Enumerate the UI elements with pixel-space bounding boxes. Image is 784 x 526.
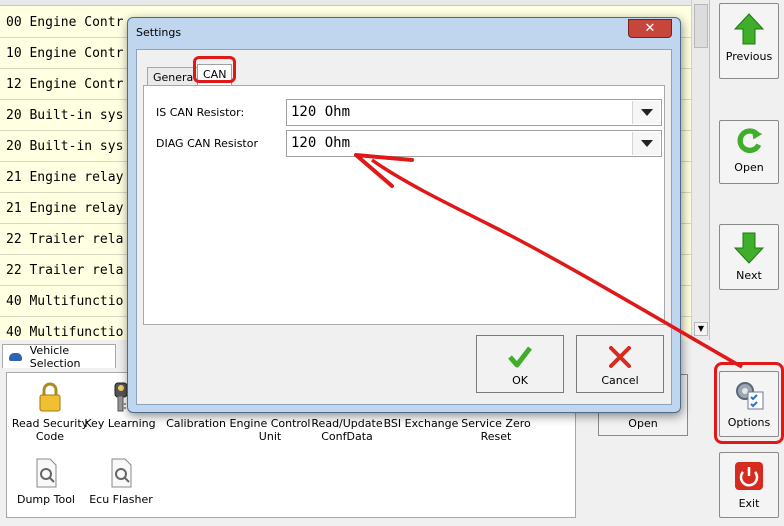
- arrow-down-icon: [733, 232, 765, 264]
- arrow-up-icon: [733, 13, 765, 45]
- is-can-resistor-select[interactable]: 120 Ohm: [286, 99, 662, 126]
- refresh-arrow-icon: [737, 128, 763, 153]
- close-icon: ✕: [644, 21, 656, 36]
- tool-dump-tool[interactable]: Dump Tool: [3, 457, 89, 506]
- car-icon: [9, 352, 22, 361]
- diag-can-resistor-label: DIAG CAN Resistor: [156, 137, 258, 150]
- scrollbar-thumb[interactable]: [694, 4, 708, 48]
- padlock-icon: [39, 382, 61, 412]
- options-button-highlight: [714, 362, 784, 444]
- list-scrollbar[interactable]: ▼: [691, 0, 709, 340]
- chevron-down-icon[interactable]: [632, 132, 660, 155]
- diag-can-resistor-select[interactable]: 120 Ohm: [286, 130, 662, 157]
- power-icon: [735, 462, 763, 490]
- cancel-button[interactable]: Cancel: [576, 335, 664, 393]
- checkmark-icon: [508, 346, 532, 368]
- cross-icon: [609, 346, 631, 368]
- ecu-flasher-icon: [111, 458, 132, 488]
- exit-button[interactable]: Exit: [719, 452, 779, 518]
- dialog-client: General CAN IS CAN Resistor: 120 Ohm DIA…: [136, 49, 672, 405]
- dump-tool-icon: [36, 458, 57, 488]
- can-settings-panel: IS CAN Resistor: 120 Ohm DIAG CAN Resist…: [143, 85, 665, 325]
- open-button[interactable]: Open: [719, 120, 779, 184]
- scroll-down-arrow-icon[interactable]: ▼: [694, 322, 708, 336]
- tab-label: Vehicle Selection: [29, 343, 81, 370]
- tool-ecu-flasher[interactable]: Ecu Flasher: [78, 457, 164, 506]
- close-button[interactable]: ✕: [628, 19, 672, 38]
- dialog-title: Settings: [136, 26, 182, 39]
- chevron-down-icon[interactable]: [632, 101, 660, 124]
- ok-button[interactable]: OK: [476, 335, 564, 393]
- previous-button[interactable]: Previous: [719, 3, 779, 79]
- can-tab-highlight: [193, 56, 236, 83]
- is-can-resistor-label: IS CAN Resistor:: [156, 106, 245, 119]
- tab-vehicle-selection[interactable]: Vehicle Selection: [2, 343, 116, 370]
- next-button[interactable]: Next: [719, 224, 779, 290]
- dialog-titlebar[interactable]: Settings ✕: [128, 18, 680, 48]
- list-header: [0, 0, 709, 6]
